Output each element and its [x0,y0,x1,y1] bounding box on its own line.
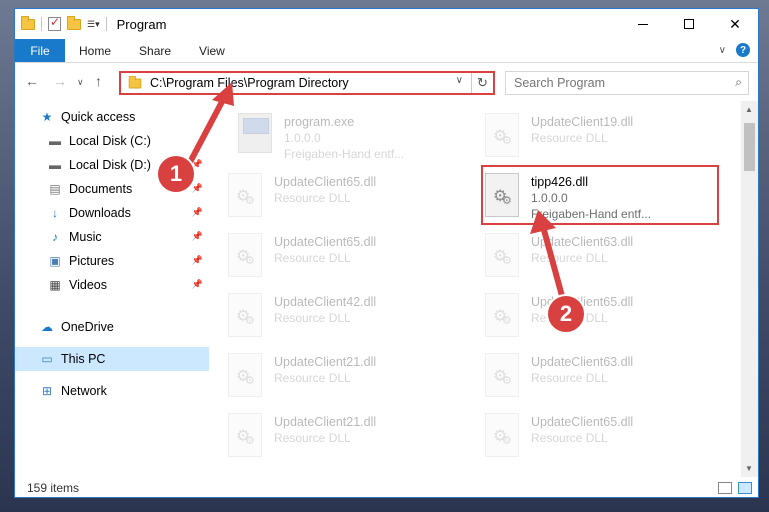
arrow-2 [530,210,565,299]
arrow-1 [185,82,234,169]
annotation-arrows [185,82,565,299]
callout-2: 2 [546,294,586,334]
callout-1: 1 [156,154,196,194]
